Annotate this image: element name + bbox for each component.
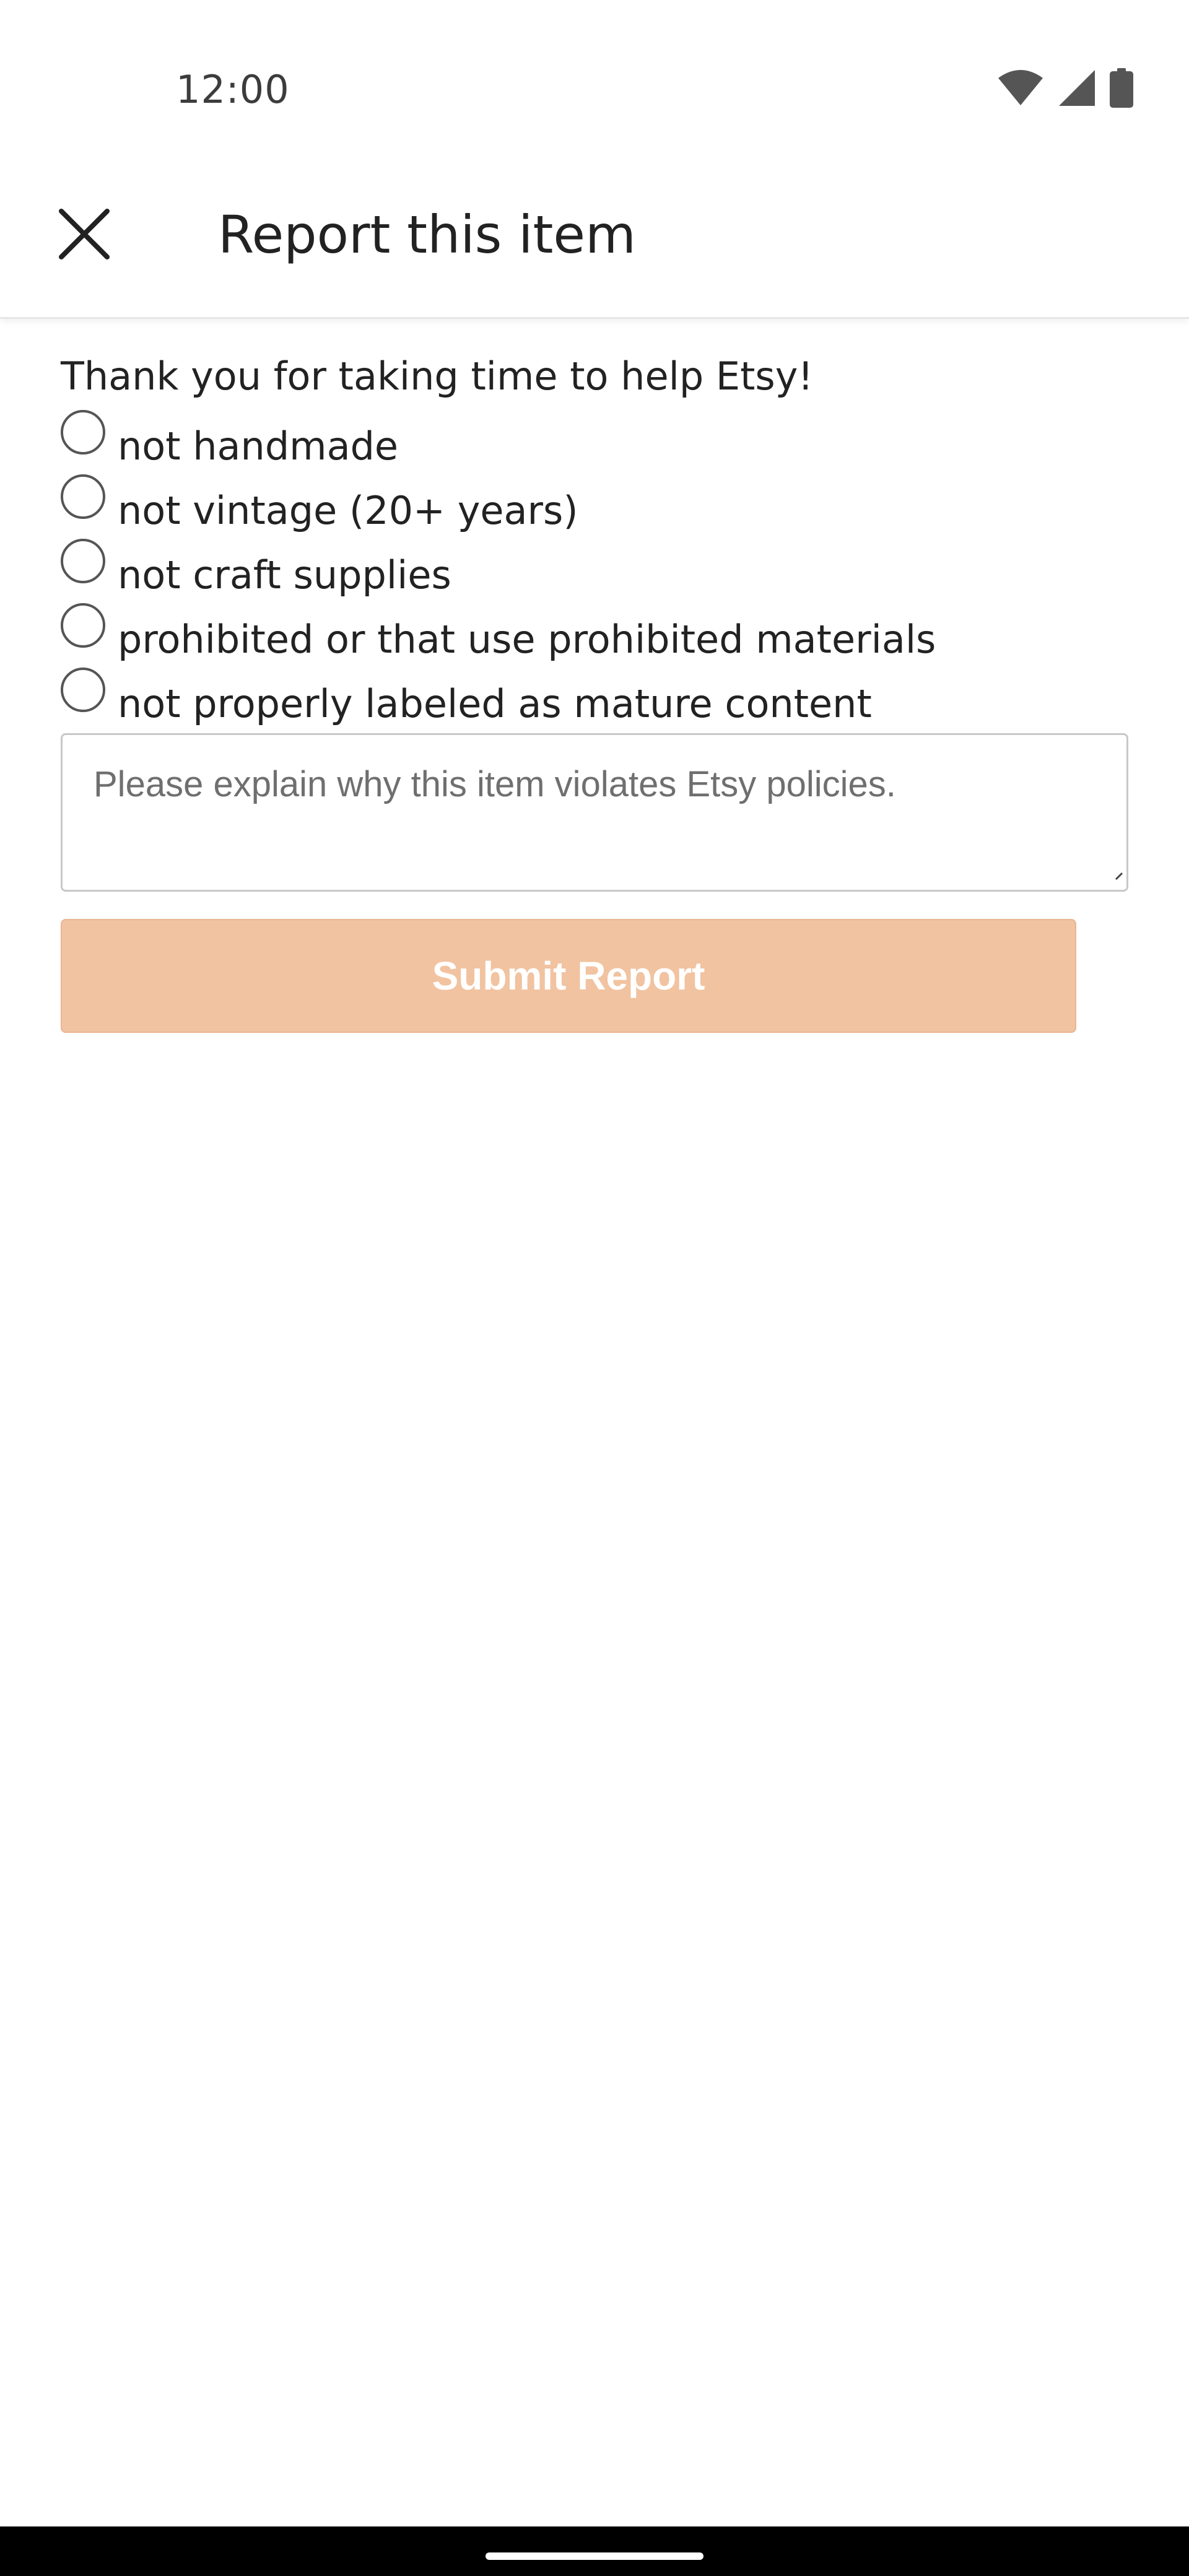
option-not-handmade[interactable]: not handmade (61, 406, 1138, 471)
option-not-craft-supplies[interactable]: not craft supplies (61, 535, 1138, 599)
option-label: not vintage (20+ years) (118, 487, 578, 533)
wifi-icon (997, 69, 1044, 110)
cellular-signal-icon (1058, 69, 1096, 110)
option-prohibited[interactable]: prohibited or that use prohibited materi… (61, 599, 1138, 664)
radio-button[interactable] (61, 474, 105, 519)
option-label: not craft supplies (118, 552, 451, 598)
textarea-resize-handle[interactable] (1115, 872, 1123, 881)
status-icons (997, 67, 1133, 111)
status-time: 12:00 (176, 67, 290, 112)
report-form: Thank you for taking time to help Etsy! … (61, 347, 1138, 894)
option-not-vintage[interactable]: not vintage (20+ years) (61, 471, 1138, 535)
radio-button[interactable] (61, 410, 105, 455)
option-label: prohibited or that use prohibited materi… (118, 616, 936, 662)
option-label: not handmade (118, 423, 399, 469)
navigation-bar (0, 2526, 1189, 2576)
close-button[interactable] (41, 192, 128, 279)
submit-report-button[interactable]: Submit Report (61, 919, 1076, 1033)
radio-button[interactable] (61, 668, 105, 712)
status-bar: 12:00 (0, 0, 1189, 186)
close-icon (56, 206, 112, 265)
report-item-screen: 12:00 Report this item Thank you for tak… (0, 0, 1189, 2576)
option-mature-content[interactable]: not properly labeled as mature content (61, 664, 1138, 728)
intro-text: Thank you for taking time to help Etsy! (61, 354, 814, 399)
radio-button[interactable] (61, 603, 105, 648)
app-bar: Report this item (0, 186, 1189, 319)
home-indicator[interactable] (486, 2552, 703, 2560)
battery-icon (1110, 67, 1133, 111)
option-label: not properly labeled as mature content (118, 681, 872, 726)
explanation-field[interactable] (61, 733, 1128, 892)
radio-button[interactable] (61, 539, 105, 583)
page-title: Report this item (218, 204, 636, 265)
